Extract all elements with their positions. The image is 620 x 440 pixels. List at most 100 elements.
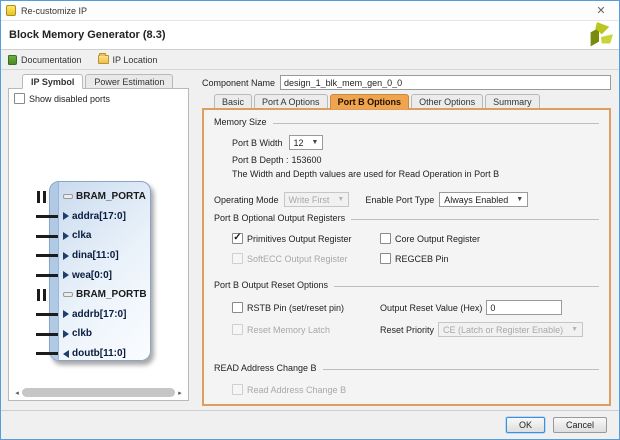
port-group-label: BRAM_PORTB	[76, 289, 147, 301]
port-row: clkb	[36, 324, 150, 344]
enable-port-type-value: Always Enabled	[444, 194, 509, 205]
tab-port-a-options[interactable]: Port A Options	[254, 94, 328, 108]
port-b-width-row: Port B Width 12 ▼	[232, 135, 599, 150]
component-name-row: Component Name	[202, 75, 611, 90]
tab-basic[interactable]: Basic	[214, 94, 253, 108]
scroll-right-icon[interactable]: ▸	[175, 389, 185, 397]
port-b-depth-row: Port B Depth : 153600	[232, 155, 599, 165]
output-registers-section-header: Port B Optional Output Registers	[214, 213, 599, 223]
close-icon[interactable]: ✕	[588, 3, 614, 19]
section-title: Memory Size	[214, 117, 267, 127]
pin-stub	[36, 332, 58, 336]
operating-mode-select: Write First ▼	[283, 192, 350, 207]
operating-mode-value: Write First	[288, 194, 330, 205]
memory-size-note: The Width and Depth values are used for …	[232, 169, 599, 179]
output-reset-value-row: Output Reset Value (Hex)	[380, 300, 599, 315]
port-b-options-panel: Memory Size Port B Width 12 ▼ Port B Dep…	[202, 108, 611, 406]
primitives-output-register-checkbox[interactable]	[232, 233, 243, 244]
core-output-register-row: Core Output Register	[380, 233, 599, 244]
enable-port-type-select[interactable]: Always Enabled ▼	[439, 192, 529, 207]
operating-mode-label: Operating Mode	[214, 194, 279, 205]
checkbox-label: Read Address Change B	[247, 384, 347, 395]
read-addr-change-checkbox	[232, 384, 243, 395]
tab-other-options[interactable]: Other Options	[411, 94, 484, 108]
xilinx-logo-icon	[585, 22, 613, 57]
section-title: Port B Optional Output Registers	[214, 213, 346, 223]
port-b-width-select[interactable]: 12 ▼	[288, 135, 324, 150]
port-label: addrb[17:0]	[72, 308, 127, 320]
tab-ip-symbol[interactable]: IP Symbol	[22, 74, 84, 89]
port-b-depth-label: Port B Depth :	[232, 155, 289, 165]
ip-location-button[interactable]: IP Location	[95, 53, 161, 66]
scroll-left-icon[interactable]: ◂	[12, 389, 22, 397]
checkbox-label: Reset Memory Latch	[247, 324, 331, 335]
port-label: clka	[72, 230, 92, 242]
scrollbar-thumb[interactable]	[22, 388, 175, 397]
reset-priority-row: Reset Priority CE (Latch or Register Ena…	[380, 322, 599, 337]
book-icon	[8, 54, 17, 65]
softecc-output-register-row: SoftECC Output Register	[232, 253, 380, 264]
port-b-depth-value: 153600	[291, 155, 322, 165]
reset-memory-latch-row: Reset Memory Latch	[232, 322, 380, 337]
reset-memory-latch-checkbox	[232, 324, 243, 335]
toolbar: Documentation IP Location	[1, 50, 619, 70]
tab-port-b-options[interactable]: Port B Options	[329, 94, 410, 109]
port-b-width-label: Port B Width	[232, 137, 283, 148]
regceb-pin-row: REGCEB Pin	[380, 253, 599, 264]
ip-symbol-panel: Show disabled ports BRAM_PORTA addra[17:…	[8, 88, 189, 401]
checkbox-label: Primitives Output Register	[247, 233, 352, 244]
ok-button[interactable]: OK	[505, 417, 545, 433]
show-disabled-ports-checkbox[interactable]	[14, 93, 25, 104]
rstb-pin-row: RSTB Pin (set/reset pin)	[232, 300, 380, 315]
checkbox-label: REGCEB Pin	[395, 253, 449, 264]
regceb-pin-checkbox[interactable]	[380, 253, 391, 264]
port-row: wea[0:0]	[36, 265, 150, 285]
primitives-output-register-row: Primitives Output Register	[232, 233, 380, 244]
options-panel: Component Name Basic Port A Options Port…	[196, 70, 619, 410]
dialog-footer: OK Cancel	[1, 410, 619, 439]
section-divider	[334, 285, 599, 287]
section-divider	[351, 218, 599, 220]
collapse-bar-icon	[63, 292, 73, 298]
port-row: dina[11:0]	[36, 246, 150, 266]
port-b-width-value: 12	[293, 137, 304, 148]
tab-summary[interactable]: Summary	[485, 94, 540, 108]
title-bar: Re-customize IP ✕	[1, 1, 619, 21]
dialog-body: IP Symbol Power Estimation Show disabled…	[1, 70, 619, 410]
scrollbar-track[interactable]	[22, 388, 175, 397]
options-tab-bar: Basic Port A Options Port B Options Othe…	[214, 94, 611, 109]
pin-stub	[36, 215, 58, 219]
input-port-icon	[63, 329, 69, 338]
tab-power-estimation[interactable]: Power Estimation	[85, 74, 174, 88]
checkbox-label: RSTB Pin (set/reset pin)	[247, 302, 345, 313]
component-name-input[interactable]	[280, 75, 611, 90]
output-reset-value-input[interactable]	[486, 300, 563, 315]
documentation-button[interactable]: Documentation	[5, 54, 85, 66]
chevron-down-icon: ▼	[571, 326, 579, 333]
output-reset-value-label: Output Reset Value (Hex)	[380, 302, 483, 313]
dialog-header: Block Memory Generator (8.3)	[1, 21, 619, 50]
group-pin-stub	[37, 288, 46, 301]
reset-options-section-header: Port B Output Reset Options	[214, 280, 599, 290]
reset-options-grid: RSTB Pin (set/reset pin) Output Reset Va…	[232, 300, 599, 337]
port-group-label: BRAM_PORTA	[76, 191, 146, 203]
left-panel: IP Symbol Power Estimation Show disabled…	[1, 70, 196, 410]
reset-priority-label: Reset Priority	[380, 324, 435, 335]
checkbox-label: Core Output Register	[395, 233, 481, 244]
horizontal-scrollbar[interactable]: ◂ ▸	[12, 387, 185, 398]
checkbox-label: SoftECC Output Register	[247, 253, 348, 264]
read-addr-section-header: READ Address Change B	[214, 363, 599, 373]
input-port-icon	[63, 231, 69, 240]
section-title: READ Address Change B	[214, 363, 317, 373]
recustomize-ip-dialog: Re-customize IP ✕ Block Memory Generator…	[0, 0, 620, 440]
chevron-down-icon: ▼	[337, 196, 345, 203]
port-row: clka	[36, 226, 150, 246]
port-group-row: BRAM_PORTA	[37, 187, 150, 207]
softecc-output-register-checkbox	[232, 253, 243, 264]
page-title: Block Memory Generator (8.3)	[9, 29, 166, 41]
window-title: Re-customize IP	[21, 5, 88, 16]
core-output-register-checkbox[interactable]	[380, 233, 391, 244]
cancel-button[interactable]: Cancel	[552, 417, 607, 433]
port-row: addrb[17:0]	[36, 305, 150, 325]
rstb-pin-checkbox[interactable]	[232, 302, 243, 313]
